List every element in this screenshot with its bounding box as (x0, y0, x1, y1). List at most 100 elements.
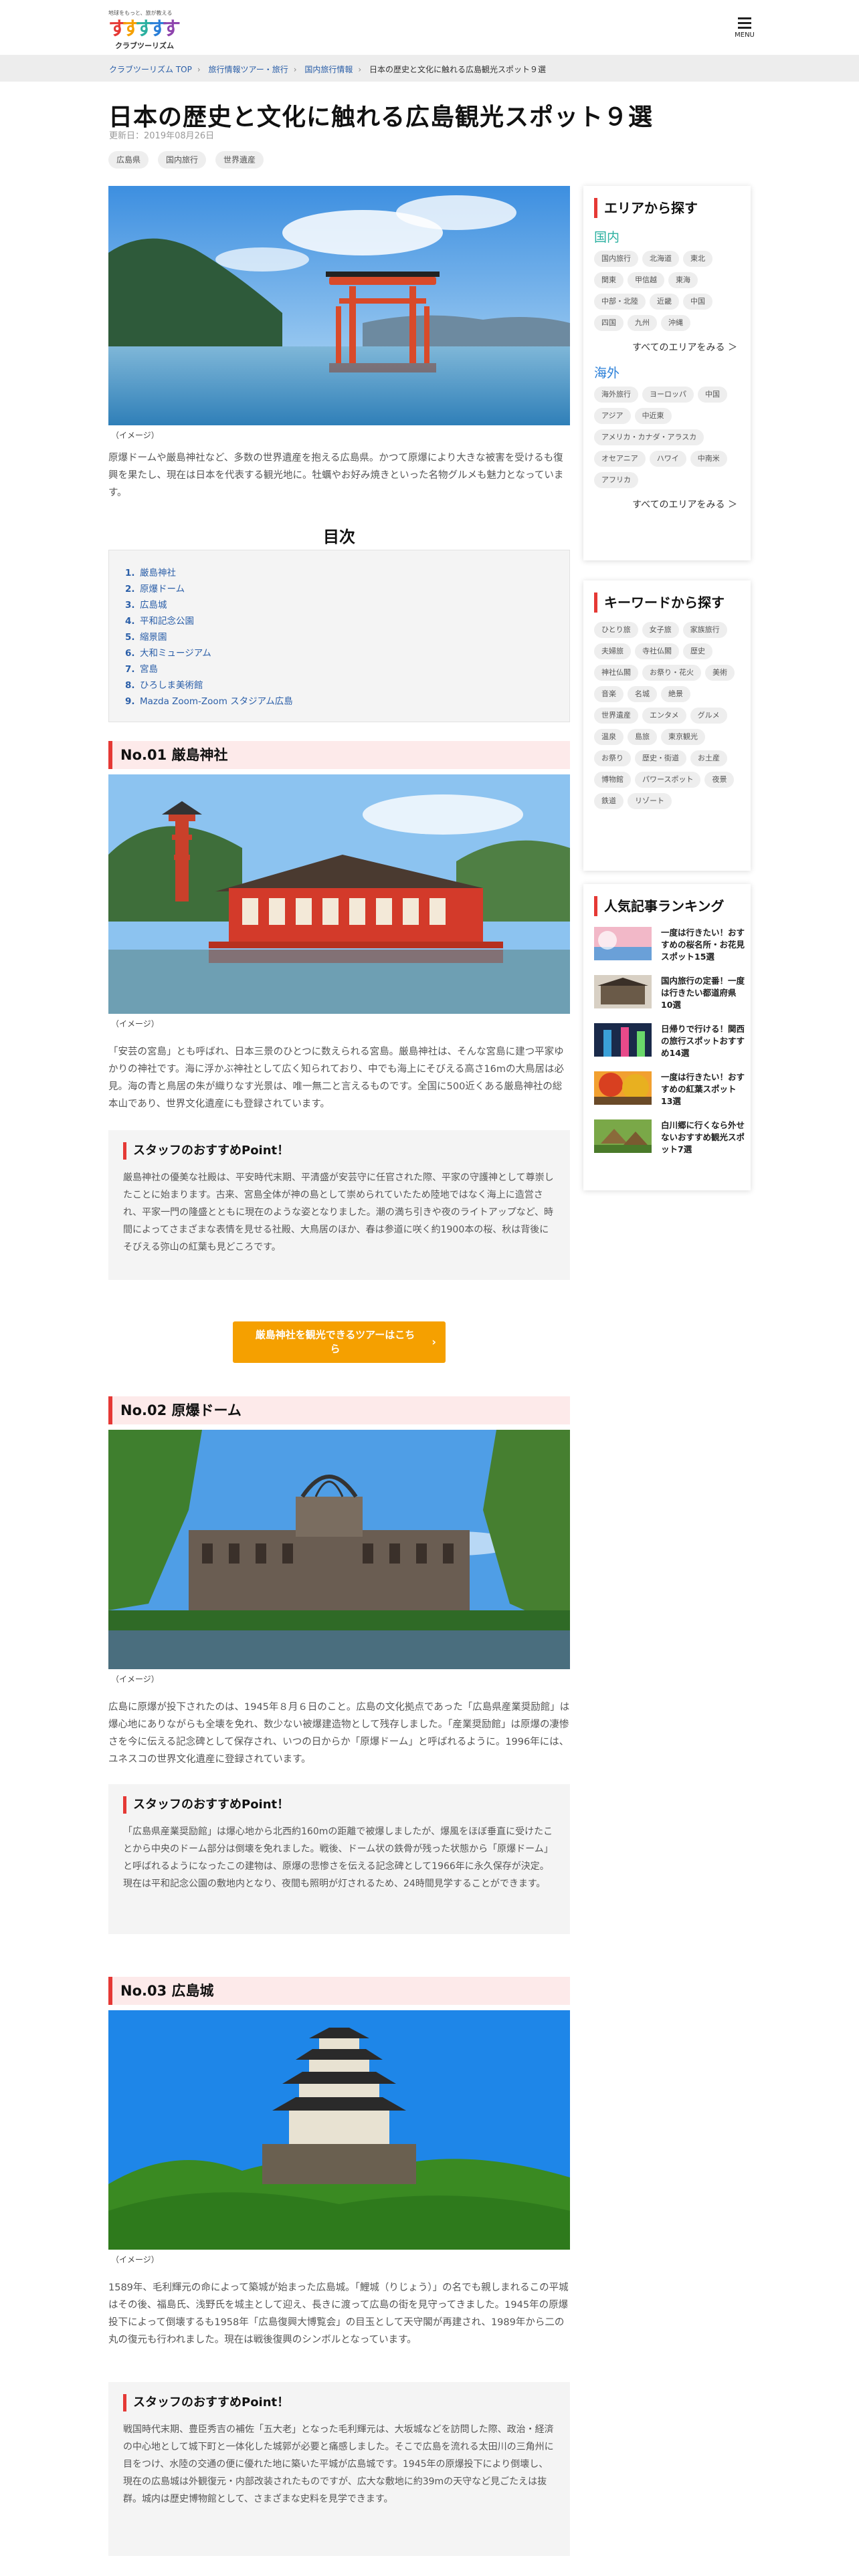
area-chip[interactable]: 中国 (683, 294, 712, 310)
hiroshima-castle-staff-point: スタッフのおすすめPoint！ 戦国時代末期、豊臣秀吉の補佐「五大老」となった毛… (108, 2382, 570, 2556)
keyword-chip[interactable]: 家族旅行 (682, 622, 727, 638)
keyword-chip[interactable]: お祭り・花火 (642, 665, 701, 681)
keyword-chip[interactable]: 東京観光 (661, 729, 705, 745)
toc-item[interactable]: 2. 原爆ドーム (125, 581, 569, 597)
area-chip[interactable]: 東海 (668, 272, 698, 288)
staff-point-text: 戦国時代末期、豊臣秀吉の補佐「五大老」となった毛利輝元は、大坂城などを訪問した際… (123, 2424, 554, 2504)
ranking-item[interactable]: 日帰りで行ける！関西の旅行スポットおすすめ14選 (594, 1023, 745, 1071)
breadcrumb-domestic[interactable]: 国内旅行情報 (304, 65, 353, 74)
keyword-chip[interactable]: 絶景 (661, 686, 690, 702)
intro-text: 原爆ドームや厳島神社など、多数の世界遺産を抱える広島県。かつて原爆により大きな被… (108, 453, 564, 498)
area-chip[interactable]: オセアニア (594, 451, 646, 467)
area-chip[interactable]: 北海道 (642, 251, 679, 267)
keyword-chip[interactable]: 美術 (705, 665, 735, 681)
hero-caption: （イメージ） (111, 431, 159, 440)
breadcrumb-top[interactable]: クラブツーリズム TOP (109, 65, 192, 74)
site-logo[interactable]: 地球をもっと、旅が教える すす すす す クラブツーリズム (108, 9, 189, 50)
keyword-chip[interactable]: 鉄道 (594, 793, 624, 809)
area-chip[interactable]: 九州 (628, 315, 657, 331)
area-chip[interactable]: 中部・北陸 (594, 294, 646, 310)
area-chip[interactable]: アジア (594, 408, 631, 424)
keyword-chip[interactable]: 音楽 (594, 686, 624, 702)
area-chip[interactable]: 中近東 (634, 408, 672, 424)
area-search-title: エリアから探す (594, 198, 741, 218)
itsukushima-shrine-image (108, 774, 570, 1014)
overseas-more-link[interactable]: すべてのエリアをみる ＞ (594, 498, 737, 511)
keyword-chip[interactable]: リゾート (628, 793, 672, 809)
keyword-search-box: キーワードから探す ひとり旅 女子旅 家族旅行夫婦旅 寺社仏閣 歴史神社仏閣 お祭り・花火… (583, 580, 751, 871)
table-of-contents: 1. 厳島神社 2. 原爆ドーム 3. 広島城 4. 平和記念公園 5. 縮景園 6. 大和… (108, 550, 570, 722)
keyword-chip[interactable]: パワースポット (635, 772, 701, 788)
keyword-chip[interactable]: 歴史・街道 (635, 750, 686, 766)
breadcrumb-current: 日本の歴史と文化に触れる広島観光スポット９選 (369, 65, 547, 74)
toc-item[interactable]: 8. ひろしま美術館 (125, 677, 569, 693)
area-chip[interactable]: アメリカ・カナダ・アラスカ (594, 429, 704, 445)
keyword-chip[interactable]: 名城 (628, 686, 657, 702)
area-chip[interactable]: 中南米 (690, 451, 727, 467)
area-chip[interactable]: 沖縄 (661, 315, 690, 331)
area-chip[interactable]: ヨーロッパ (642, 387, 694, 403)
keyword-chip[interactable]: 女子旅 (642, 622, 679, 638)
area-search-box: エリアから探す 国内 国内旅行 北海道 東北関東 甲信越 東海中部・北陸 近畿 中国四国 九州… (583, 186, 751, 560)
area-chip[interactable]: 甲信越 (628, 272, 664, 288)
keyword-chip[interactable]: 夫婦旅 (594, 643, 631, 659)
ranking-item[interactable]: 国内旅行の定番！一度は行きたい都道府県10選 (594, 975, 745, 1023)
keyword-chip[interactable]: お土産 (690, 750, 727, 766)
toc-item[interactable]: 4. 平和記念公園 (125, 613, 569, 629)
area-chip[interactable]: 東北 (683, 251, 712, 267)
itsukushima-tour-button[interactable]: 厳島神社を観光できるツアーはこちら › (233, 1321, 446, 1363)
toc-item[interactable]: 3. 広島城 (125, 597, 569, 613)
toc-item[interactable]: 9. Mazda Zoom-Zoom スタジアム広島 (125, 693, 569, 710)
toc-item[interactable]: 5. 縮景園 (125, 629, 569, 645)
area-chip[interactable]: 中国 (698, 387, 727, 403)
tag-hiroshima[interactable]: 広島県 (108, 151, 149, 169)
ranking-item[interactable]: 一度は行きたい！おすすめの紅葉スポット13選 (594, 1071, 745, 1119)
toc-item[interactable]: 6. 大和ミュージアム (125, 645, 569, 661)
keyword-chip[interactable]: お祭り (594, 750, 631, 766)
toc-item[interactable]: 7. 宮島 (125, 661, 569, 677)
keyword-chip[interactable]: 博物館 (594, 772, 631, 788)
tag-domestic[interactable]: 国内旅行 (158, 151, 207, 169)
area-chip[interactable]: 四国 (594, 315, 624, 331)
staff-point-title: スタッフのおすすめPoint！ (123, 1142, 555, 1160)
section-heading-hiroshima-castle: No.03 広島城 (108, 1977, 570, 2005)
ranking-title-text: 国内旅行の定番！一度は行きたい都道府県10選 (661, 976, 745, 1010)
hiroshima-castle-image (108, 2010, 570, 2250)
menu-button[interactable]: MENU (733, 15, 756, 41)
area-chip[interactable]: アフリカ (594, 472, 638, 488)
chevron-right-icon: › (432, 1335, 436, 1348)
keyword-chip[interactable]: 世界遺産 (594, 708, 638, 724)
area-chip[interactable]: 海外旅行 (594, 387, 638, 403)
ranking-box: 人気記事ランキング 一度は行きたい！おすすめの桜名所・お花見スポット15選 国内… (583, 884, 751, 1190)
toc-item[interactable]: 1. 厳島神社 (125, 565, 569, 581)
tag-world-heritage[interactable]: 世界遺産 (215, 151, 264, 169)
hiroshima-castle-body: 1589年、毛利輝元の命によって築城が始まった広島城。「鯉城（りじょう）」の名で… (108, 2282, 569, 2345)
keyword-chip[interactable]: 歴史 (683, 643, 712, 659)
breadcrumb-travel[interactable]: 旅行情報ツアー・旅行 (208, 65, 288, 74)
area-chip[interactable]: 近畿 (650, 294, 679, 310)
keyword-chip[interactable]: ひとり旅 (594, 622, 638, 638)
keyword-chip[interactable]: エンタメ (642, 708, 686, 724)
keyword-chip[interactable]: 島旅 (628, 729, 657, 745)
menu-label: MENU (735, 31, 755, 39)
area-chip[interactable]: 関東 (594, 272, 624, 288)
keyword-list: ひとり旅 女子旅 家族旅行夫婦旅 寺社仏閣 歴史神社仏閣 お祭り・花火 美術音楽 名城 絶景世界… (594, 622, 741, 815)
keyword-chip[interactable]: 夜景 (704, 772, 735, 788)
keyword-chip[interactable]: 温泉 (594, 729, 624, 745)
itsukushima-body: 「安芸の宮島」とも呼ばれ、日本三景のひとつに数えられる宮島。厳島神社は、そんな宮… (108, 1047, 565, 1109)
site-header: 地球をもっと、旅が教える すす すす す クラブツーリズム MENU (0, 0, 859, 55)
toc-title: 目次 (323, 528, 355, 546)
area-chip[interactable]: ハワイ (649, 451, 686, 467)
area-chip[interactable]: 国内旅行 (594, 251, 638, 267)
ranking-item[interactable]: 一度は行きたい！おすすめの桜名所・お花見スポット15選 (594, 927, 745, 975)
svg-text:す: す (162, 18, 181, 37)
ranking-list: 一度は行きたい！おすすめの桜名所・お花見スポット15選 国内旅行の定番！一度は行… (594, 927, 745, 1168)
domestic-more-link[interactable]: すべてのエリアをみる ＞ (594, 340, 737, 354)
keyword-chip[interactable]: 神社仏閣 (594, 665, 638, 681)
overseas-label: 海外 (594, 366, 620, 381)
ranking-item[interactable]: 白川郷に行くなら外せないおすすめ観光スポット7選 (594, 1119, 745, 1168)
keyword-chip[interactable]: グルメ (690, 708, 727, 724)
ranking-title-text: 日帰りで行ける！関西の旅行スポットおすすめ14選 (661, 1024, 745, 1058)
keyword-chip[interactable]: 寺社仏閣 (635, 643, 679, 659)
logo-tagline: 地球をもっと、旅が教える (108, 10, 173, 16)
